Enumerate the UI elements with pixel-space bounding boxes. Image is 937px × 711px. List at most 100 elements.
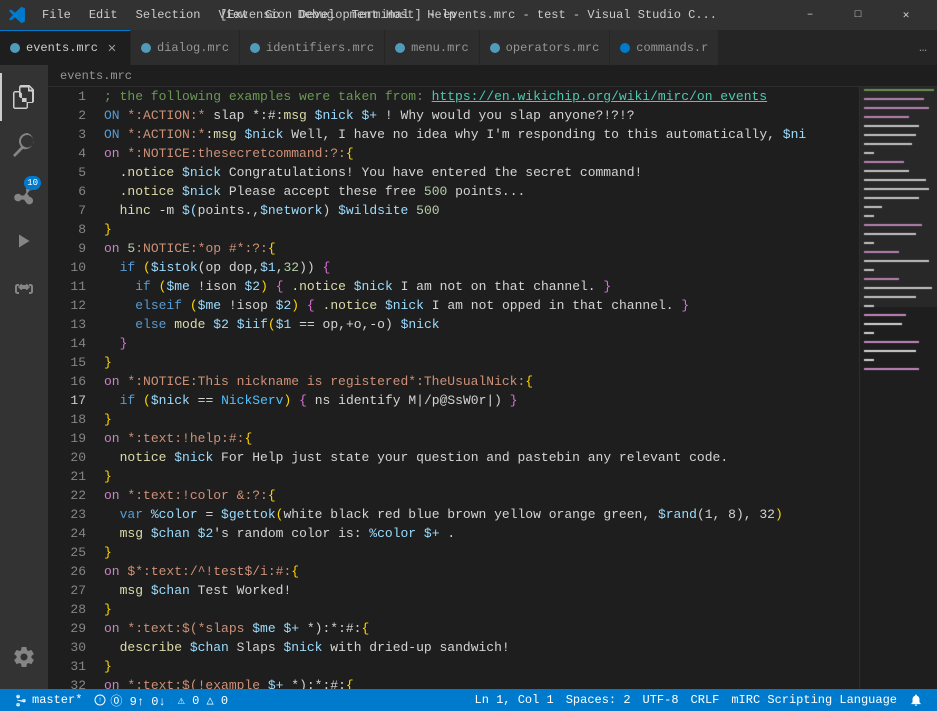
status-encoding[interactable]: UTF-8 <box>639 693 683 707</box>
line-num-3: 3 <box>48 125 96 144</box>
line-num-24: 24 <box>48 524 96 543</box>
menu-selection[interactable]: Selection <box>128 4 209 26</box>
status-line-col: Ln 1, Col 1 <box>475 693 554 707</box>
window-title: [Extension Development Host] - events.mr… <box>220 8 717 22</box>
menu-edit[interactable]: Edit <box>81 4 126 26</box>
status-bar-left: master* ! ⓪ 9↑ 0↓ ⚠ 0 △ 0 <box>10 692 232 709</box>
code-line-10: if ($istok(op dop,$1,32)) { <box>104 258 859 277</box>
status-notifications[interactable] <box>905 693 927 707</box>
line-num-25: 25 <box>48 543 96 562</box>
status-warnings-label: ⚠ 0 △ 0 <box>178 693 228 708</box>
line-num-17: 17 <box>48 391 96 410</box>
code-line-26: on $*:text:/^!test$/i:#:{ <box>104 562 859 581</box>
line-num-12: 12 <box>48 296 96 315</box>
line-num-21: 21 <box>48 467 96 486</box>
code-line-28: } <box>104 600 859 619</box>
svg-text:!: ! <box>99 697 103 704</box>
line-num-1: 1 <box>48 87 96 106</box>
code-line-18: } <box>104 410 859 429</box>
activity-explorer[interactable] <box>0 73 48 121</box>
line-num-10: 10 <box>48 258 96 277</box>
activity-search[interactable] <box>0 121 48 169</box>
code-line-16: on *:NOTICE:This nickname is registered*… <box>104 372 859 391</box>
code-line-4: on *:NOTICE:thesecretcommand:?:{ <box>104 144 859 163</box>
tab-close-events-mrc-1[interactable]: ✕ <box>104 40 120 56</box>
tab-icon <box>141 43 151 53</box>
code-line-14: } <box>104 334 859 353</box>
maximize-button[interactable]: □ <box>835 0 881 30</box>
tab-operators-mrc[interactable]: operators.mrc <box>480 30 611 65</box>
code-line-6: .notice $nick Please accept these free 5… <box>104 182 859 201</box>
line-numbers: 1 2 3 4 5 6 7 8 9 10 11 12 13 14 15 16 1… <box>48 87 96 689</box>
line-num-5: 5 <box>48 163 96 182</box>
line-num-8: 8 <box>48 220 96 239</box>
code-line-17: if ($nick == NickServ) { ns identify M|/… <box>104 391 859 410</box>
status-branch[interactable]: master* <box>10 693 86 707</box>
status-language[interactable]: mIRC Scripting Language <box>727 693 901 707</box>
code-line-20: notice $nick For Help just state your qu… <box>104 448 859 467</box>
line-num-2: 2 <box>48 106 96 125</box>
minimize-button[interactable]: – <box>787 0 833 30</box>
activity-settings[interactable] <box>0 633 48 681</box>
tab-menu-mrc[interactable]: menu.mrc <box>385 30 480 65</box>
vscode-icon <box>8 6 26 24</box>
status-spaces[interactable]: Spaces: 2 <box>562 693 635 707</box>
activity-bar: 10 <box>0 65 48 689</box>
activity-bottom <box>0 633 48 681</box>
status-branch-label: master* <box>32 693 82 707</box>
line-num-16: 16 <box>48 372 96 391</box>
line-num-19: 19 <box>48 429 96 448</box>
line-num-9: 9 <box>48 239 96 258</box>
code-line-1: ; the following examples were taken from… <box>104 87 859 106</box>
tab-identifiers-mrc[interactable]: identifiers.mrc <box>240 30 385 65</box>
code-line-27: msg $chan Test Worked! <box>104 581 859 600</box>
title-bar: File Edit Selection View Go Debug Termin… <box>0 0 937 30</box>
activity-extensions[interactable] <box>0 265 48 313</box>
line-num-4: 4 <box>48 144 96 163</box>
code-line-31: } <box>104 657 859 676</box>
status-errors-label: ⓪ 9↑ 0↓ <box>110 692 165 709</box>
tab-commands-mrc[interactable]: commands.r <box>610 30 719 65</box>
status-spaces-label: Spaces: 2 <box>566 693 631 707</box>
tab-label: identifiers.mrc <box>266 41 374 55</box>
line-num-27: 27 <box>48 581 96 600</box>
activity-run[interactable] <box>0 217 48 265</box>
line-num-26: 26 <box>48 562 96 581</box>
status-warnings[interactable]: ⚠ 0 △ 0 <box>174 693 232 708</box>
code-line-30: describe $chan Slaps $nick with dried-up… <box>104 638 859 657</box>
status-position[interactable]: Ln 1, Col 1 <box>471 693 558 707</box>
status-errors[interactable]: ! ⓪ 9↑ 0↓ <box>90 692 169 709</box>
line-num-15: 15 <box>48 353 96 372</box>
line-num-20: 20 <box>48 448 96 467</box>
tab-bar: events.mrc ✕ dialog.mrc identifiers.mrc … <box>0 30 937 65</box>
status-line-ending[interactable]: CRLF <box>687 693 724 707</box>
line-num-23: 23 <box>48 505 96 524</box>
line-num-31: 31 <box>48 657 96 676</box>
tab-dialog-mrc[interactable]: dialog.mrc <box>131 30 240 65</box>
line-num-14: 14 <box>48 334 96 353</box>
minimap <box>859 87 937 689</box>
line-num-32: 32 <box>48 676 96 689</box>
editor-container: events.mrc 1 2 3 4 5 6 7 8 9 10 11 12 13… <box>48 65 937 689</box>
code-content[interactable]: ; the following examples were taken from… <box>96 87 859 689</box>
code-editor: 1 2 3 4 5 6 7 8 9 10 11 12 13 14 15 16 1… <box>48 87 937 689</box>
tab-events-mrc-1[interactable]: events.mrc ✕ <box>0 30 131 65</box>
main-layout: 10 events.mrc 1 2 3 4 5 6 <box>0 65 937 689</box>
code-line-8: } <box>104 220 859 239</box>
tab-icon <box>10 43 20 53</box>
tab-icon <box>395 43 405 53</box>
status-language-label: mIRC Scripting Language <box>731 693 897 707</box>
menu-file[interactable]: File <box>34 4 79 26</box>
status-line-ending-label: CRLF <box>691 693 720 707</box>
code-line-13: else mode $2 $iif($1 == op,+o,-o) $nick <box>104 315 859 334</box>
tab-label: events.mrc <box>26 41 98 55</box>
activity-source-control[interactable]: 10 <box>0 169 48 217</box>
window-controls: – □ ✕ <box>787 0 929 30</box>
tab-overflow-button[interactable]: … <box>909 30 937 65</box>
code-line-29: on *:text:$(*slaps $me $+ *):*:#:{ <box>104 619 859 638</box>
minimap-viewport <box>860 87 937 307</box>
close-button[interactable]: ✕ <box>883 0 929 30</box>
code-line-23: var %color = $gettok(white black red blu… <box>104 505 859 524</box>
code-line-15: } <box>104 353 859 372</box>
line-num-29: 29 <box>48 619 96 638</box>
